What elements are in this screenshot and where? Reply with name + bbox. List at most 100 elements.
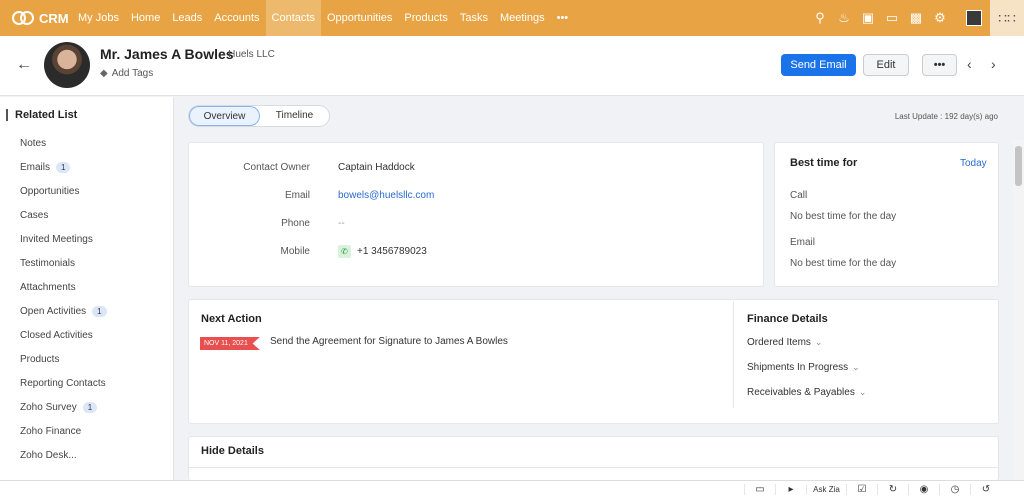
top-navigation-bar: CRM My Jobs Home Leads Accounts Contacts…: [0, 0, 1024, 36]
calendar-add-icon[interactable]: ▣: [856, 10, 880, 26]
bell-icon[interactable]: ♨: [832, 10, 856, 26]
finance-ordered-items[interactable]: Ordered Items ⌄: [747, 337, 822, 348]
history-icon[interactable]: ↺: [970, 484, 1001, 495]
sidebar-item-reporting-contacts[interactable]: Reporting Contacts: [20, 378, 106, 389]
related-list-title[interactable]: Related List: [6, 109, 77, 121]
mobile-number[interactable]: +1 3456789023: [357, 246, 427, 257]
finance-item-label: Ordered Items: [747, 337, 811, 348]
bottom-toolbar: ▭ ▸ Ask Zia ☑ ↻ ◉ ◷ ↺: [0, 480, 1024, 497]
next-action-date-badge: NOV 11, 2021: [200, 337, 260, 350]
sidebar-item-attachments[interactable]: Attachments: [20, 282, 76, 293]
tab-more[interactable]: •••: [551, 0, 575, 36]
contact-owner-value[interactable]: Captain Haddock: [338, 162, 415, 173]
search-icon[interactable]: ⚲: [808, 10, 832, 26]
hide-details-section: [188, 436, 999, 480]
card-divider: [733, 302, 734, 408]
count-badge: 1: [92, 306, 107, 317]
ask-zia-button[interactable]: Ask Zia: [806, 485, 846, 494]
sidebar-item-cases[interactable]: Cases: [20, 210, 48, 221]
add-tags-label: Add Tags: [111, 68, 154, 79]
alarm-icon[interactable]: ◷: [939, 484, 970, 495]
mobile-value[interactable]: ✆ +1 3456789023: [338, 245, 427, 258]
tab-overview[interactable]: Overview: [189, 106, 260, 126]
send-email-button[interactable]: Send Email: [781, 54, 856, 76]
user-avatar[interactable]: [966, 10, 982, 26]
sidebar-item-opportunities[interactable]: Opportunities: [20, 186, 79, 197]
sidebar-item-invited-meetings[interactable]: Invited Meetings: [20, 234, 93, 245]
best-time-title: Best time for: [790, 157, 858, 169]
sidebar-item-label: Zoho Survey: [20, 402, 77, 413]
count-badge: 1: [56, 162, 71, 173]
next-record-icon[interactable]: ›: [991, 56, 996, 72]
apps-grid-icon[interactable]: ∷∷: [990, 0, 1024, 36]
sidebar-item-label: Attachments: [20, 282, 76, 293]
tag-icon: ◆: [100, 68, 108, 79]
sidebar-item-zoho-finance[interactable]: Zoho Finance: [20, 426, 81, 437]
sidebar-item-closed-activities[interactable]: Closed Activities: [20, 330, 93, 341]
email-link[interactable]: bowels@huelsllc.com: [338, 190, 434, 201]
tab-meetings[interactable]: Meetings: [494, 0, 551, 36]
best-time-today-dropdown[interactable]: Today: [960, 158, 987, 169]
contact-name: Mr. James A Bowles: [100, 46, 234, 62]
contact-company[interactable]: - Huels LLC: [222, 49, 275, 60]
tab-contacts[interactable]: Contacts: [265, 0, 321, 36]
hide-details-toggle[interactable]: Hide Details: [201, 445, 264, 457]
sidebar-item-label: Testimonials: [20, 258, 76, 269]
checklist-icon[interactable]: ☑: [846, 484, 877, 495]
sidebar-item-zoho-desk[interactable]: Zoho Desk...: [20, 450, 77, 461]
contact-photo[interactable]: [44, 42, 90, 88]
sidebar-item-label: Zoho Desk...: [20, 450, 77, 461]
mobile-label: Mobile: [280, 246, 310, 257]
tab-accounts[interactable]: Accounts: [208, 0, 265, 36]
sidebar-item-notes[interactable]: Notes: [20, 138, 46, 149]
sidebar-item-zoho-survey[interactable]: Zoho Survey 1: [20, 402, 98, 413]
best-time-call-value: No best time for the day: [790, 211, 897, 222]
sidebar-item-emails[interactable]: Emails 1: [20, 162, 71, 173]
next-action-card: [188, 299, 999, 424]
phone-value[interactable]: --: [338, 218, 345, 229]
sidebar-item-label: Opportunities: [20, 186, 80, 197]
scrollbar-thumb[interactable]: [1015, 146, 1022, 186]
last-update-text: Last Update : 192 day(s) ago: [894, 112, 998, 121]
zoho-rings-icon: [12, 11, 34, 25]
tab-timeline[interactable]: Timeline: [260, 106, 329, 126]
crm-logo[interactable]: CRM: [0, 11, 72, 26]
tablet-icon[interactable]: ▭: [880, 10, 904, 26]
store-icon[interactable]: ▩: [904, 10, 928, 26]
chevron-down-icon: ⌄: [858, 387, 867, 397]
chevron-down-icon: ⌄: [852, 362, 860, 372]
section-divider: [188, 467, 999, 468]
zia-icon[interactable]: ◉: [908, 484, 939, 495]
sidebar-item-open-activities[interactable]: Open Activities 1: [20, 306, 107, 317]
tab-products[interactable]: Products: [398, 0, 453, 36]
tab-my-jobs[interactable]: My Jobs: [72, 0, 125, 36]
bottom-toolbar-icons: ▭ ▸ Ask Zia ☑ ↻ ◉ ◷ ↺: [744, 481, 1001, 497]
sidebar-item-testimonials[interactable]: Testimonials: [20, 258, 75, 269]
tab-home[interactable]: Home: [125, 0, 166, 36]
next-action-title: Next Action: [201, 313, 262, 325]
finance-details-title: Finance Details: [747, 313, 828, 325]
phone-icon[interactable]: ✆: [338, 245, 351, 258]
refresh-icon[interactable]: ↻: [877, 484, 908, 495]
tab-opportunities[interactable]: Opportunities: [321, 0, 398, 36]
tab-leads[interactable]: Leads: [166, 0, 208, 36]
record-header: ← Mr. James A Bowles - Huels LLC ◆ Add T…: [0, 36, 1024, 96]
previous-record-icon[interactable]: ‹: [967, 56, 972, 72]
contact-owner-label: Contact Owner: [243, 162, 310, 173]
collapse-icon[interactable]: [6, 109, 9, 121]
back-arrow-icon[interactable]: ←: [16, 56, 32, 74]
megaphone-icon[interactable]: ▸: [775, 484, 806, 495]
sidebar-item-label: Cases: [20, 210, 49, 221]
tab-tasks[interactable]: Tasks: [454, 0, 494, 36]
finance-receivables-payables[interactable]: Receivables & Payables ⌄: [747, 387, 866, 398]
more-actions-button[interactable]: •••: [922, 54, 957, 76]
next-action-text[interactable]: Send the Agreement for Signature to Jame…: [270, 336, 508, 347]
sidebar-item-label: Notes: [20, 138, 47, 149]
monitor-icon[interactable]: ▭: [744, 484, 775, 495]
edit-button[interactable]: Edit: [863, 54, 909, 76]
add-tags[interactable]: ◆ Add Tags: [100, 68, 153, 79]
finance-shipments-in-progress[interactable]: Shipments In Progress ⌄: [747, 362, 860, 373]
sidebar-item-products[interactable]: Products: [20, 354, 59, 365]
main-scrollbar[interactable]: [1013, 140, 1024, 480]
gear-icon[interactable]: ⚙: [928, 10, 952, 26]
